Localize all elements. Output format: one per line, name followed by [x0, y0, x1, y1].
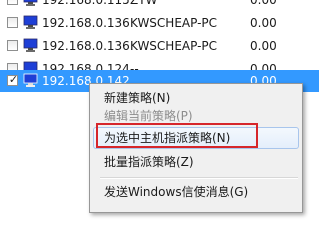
- host-row[interactable]: 192.168.0.136 KWSCHEAP-PC 0.00: [0, 35, 319, 58]
- row-checkbox[interactable]: [7, 0, 18, 5]
- host-name: KWSCHEAP-PC: [130, 39, 218, 53]
- row-checkbox[interactable]: ✓: [7, 73, 19, 86]
- host-value: 0.00: [250, 0, 277, 7]
- host-name: ZYW: [130, 0, 158, 7]
- computer-icon: [23, 38, 38, 52]
- checkmark-icon: ✓: [8, 73, 19, 86]
- host-value: 0.00: [250, 39, 277, 53]
- host-row[interactable]: 192.168.0.136 KWSCHEAP-PC 0.00: [0, 12, 319, 35]
- host-ip: 192.168.0.136: [42, 16, 130, 30]
- annotation-highlight-box: [96, 123, 258, 148]
- host-name: KWSCHEAP-PC: [130, 16, 218, 30]
- host-ip: 192.168.0.115: [42, 0, 130, 7]
- computer-icon: [23, 15, 38, 29]
- host-ip: 192.168.0.136: [42, 39, 130, 53]
- computer-icon: [23, 73, 38, 87]
- host-value: 0.00: [250, 16, 277, 30]
- menu-item-batch-assign[interactable]: 批量指派策略(Z): [93, 151, 299, 173]
- context-menu: 新建策略(N) 编辑当前策略(P) 为选中主机指派策略(N) 批量指派策略(Z)…: [89, 83, 303, 213]
- row-checkbox[interactable]: [7, 17, 18, 28]
- host-row[interactable]: 192.168.0.115 ZYW 0.00: [0, 0, 319, 12]
- menu-separator: [100, 177, 298, 179]
- computer-icon: [23, 0, 38, 6]
- menu-item-send-message[interactable]: 发送Windows信使消息(G): [93, 181, 299, 203]
- row-checkbox[interactable]: [7, 40, 18, 51]
